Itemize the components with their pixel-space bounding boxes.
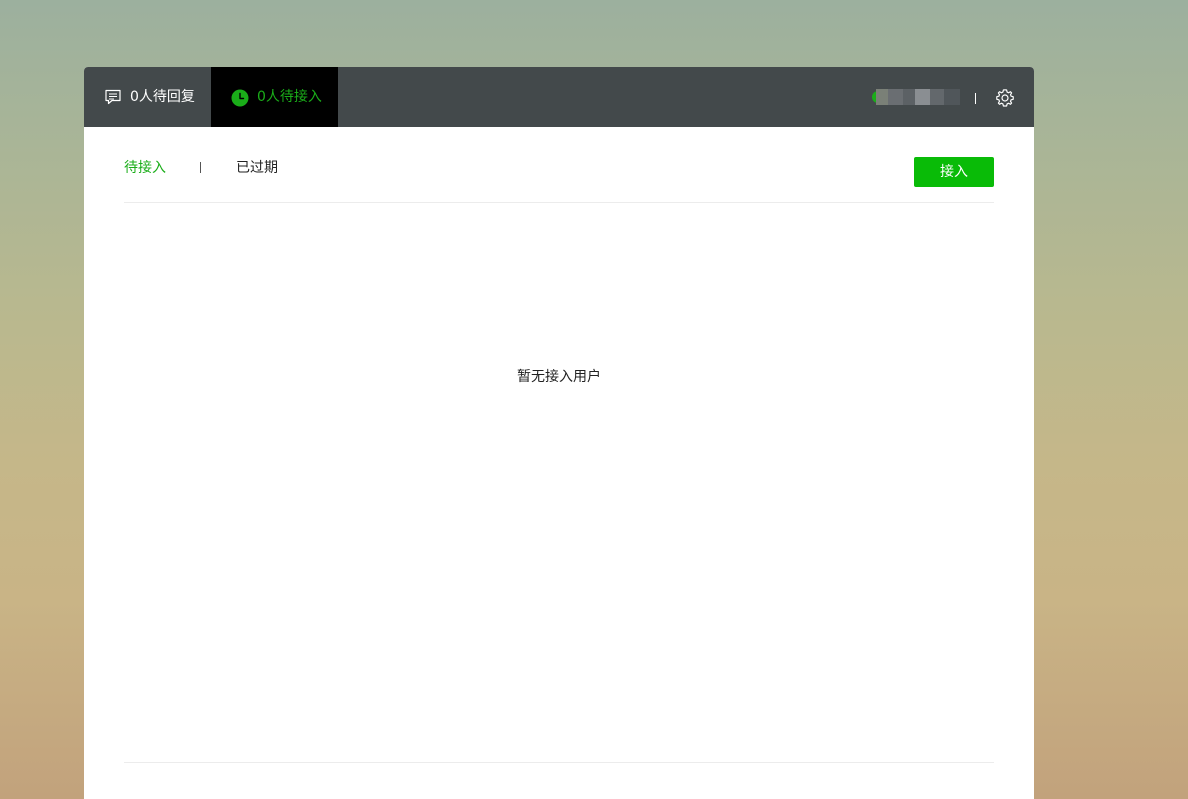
customer-service-panel: 0人待回复 0人待接入 待接入 已过期 接入 暂无接入用户 bbox=[84, 67, 1034, 799]
header-divider bbox=[124, 202, 994, 203]
account-name-blurred bbox=[876, 89, 888, 105]
tab-pending-reply-label: 0人待回复 bbox=[130, 89, 195, 105]
account-name-blurred-block bbox=[944, 89, 960, 105]
subtab-separator bbox=[200, 162, 201, 173]
chat-bubble-icon bbox=[104, 88, 122, 106]
top-bar: 0人待回复 0人待接入 bbox=[84, 67, 1034, 127]
account-name-blurred-block bbox=[903, 89, 915, 105]
topbar-divider bbox=[975, 93, 976, 104]
account-name-blurred-block bbox=[915, 89, 930, 105]
gear-icon[interactable] bbox=[995, 88, 1015, 108]
account-status[interactable] bbox=[872, 89, 962, 105]
clock-icon bbox=[231, 89, 249, 107]
subtab-pending[interactable]: 待接入 bbox=[124, 157, 166, 179]
accept-button[interactable]: 接入 bbox=[914, 157, 994, 187]
tab-pending-reply[interactable]: 0人待回复 bbox=[84, 67, 211, 127]
subtab-expired[interactable]: 已过期 bbox=[236, 157, 278, 179]
tab-pending-access[interactable]: 0人待接入 bbox=[211, 67, 338, 127]
empty-state-text: 暂无接入用户 bbox=[517, 369, 601, 385]
account-name-blurred-block bbox=[930, 89, 944, 105]
tab-pending-access-label: 0人待接入 bbox=[257, 89, 322, 105]
footer-divider bbox=[124, 762, 994, 763]
account-name-blurred-block bbox=[888, 89, 903, 105]
